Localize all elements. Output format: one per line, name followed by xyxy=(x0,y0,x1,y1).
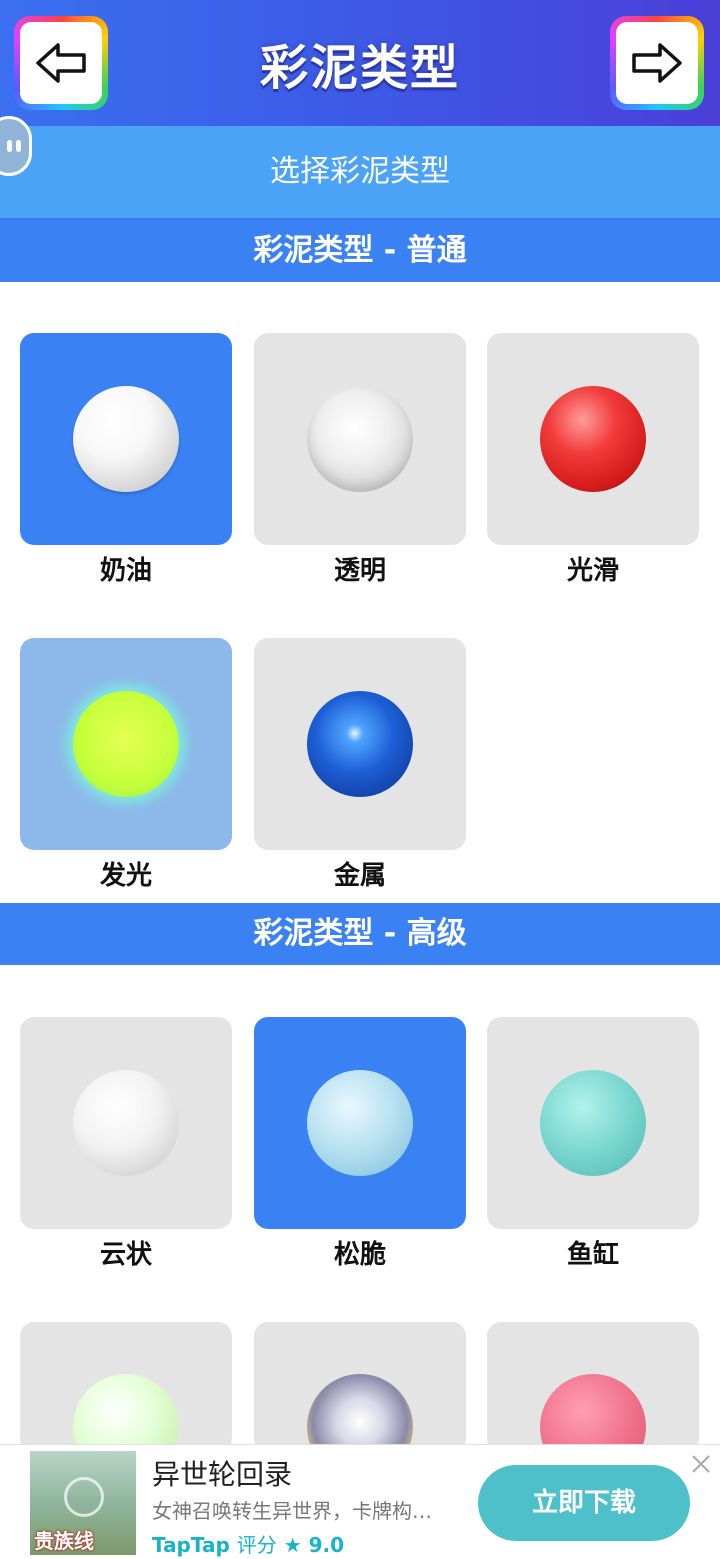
clay-type-smooth[interactable] xyxy=(487,333,699,545)
metal-ball-icon xyxy=(307,691,413,797)
ad-thumbnail: 贵族线 xyxy=(30,1451,136,1555)
floating-assistant-handle[interactable] xyxy=(0,116,32,176)
download-button[interactable]: 立即下载 xyxy=(478,1465,690,1541)
clay-type-label: 透明 xyxy=(333,556,386,586)
clay-type-tile-partial[interactable] xyxy=(254,1322,466,1452)
clay-type-label: 鱼缸 xyxy=(566,1240,619,1270)
bubble-ball-icon xyxy=(307,1374,413,1452)
ad-rating: TapTap 评分 ★ 9.0 xyxy=(152,1529,344,1558)
ad-description: 女神召唤转生异世界，卡牌构… xyxy=(152,1499,432,1523)
fishbowl-ball-icon xyxy=(540,1070,646,1176)
clay-type-metal[interactable] xyxy=(254,638,466,850)
clay-type-tile-partial[interactable] xyxy=(487,1322,699,1452)
pause-icon xyxy=(7,140,21,152)
clay-type-cream[interactable] xyxy=(20,333,232,545)
close-icon[interactable] xyxy=(690,1453,712,1475)
ad-rating-value: 9.0 xyxy=(308,1533,345,1557)
top-header: 彩泥类型 xyxy=(0,0,720,126)
clay-type-fishbowl[interactable] xyxy=(487,1017,699,1229)
clay-type-label: 松脆 xyxy=(333,1240,386,1270)
clay-type-clear[interactable] xyxy=(254,333,466,545)
glow-ball-icon xyxy=(73,691,179,797)
clay-ball-icon xyxy=(73,1374,179,1452)
clay-type-tile-partial[interactable] xyxy=(20,1322,232,1452)
cloud-ball-icon xyxy=(73,1070,179,1176)
cream-ball-icon xyxy=(73,386,179,492)
next-button[interactable] xyxy=(610,16,704,110)
clay-type-glow[interactable] xyxy=(20,638,232,850)
ad-banner[interactable]: 贵族线 异世轮回录 女神召唤转生异世界，卡牌构… TapTap 评分 ★ 9.0… xyxy=(0,1444,720,1559)
star-icon: ★ xyxy=(283,1533,302,1557)
clay-type-label: 奶油 xyxy=(99,556,152,586)
clay-type-cloud[interactable] xyxy=(20,1017,232,1229)
section-header-advanced: 彩泥类型 - 高级 xyxy=(0,903,720,965)
crunchy-ball-icon xyxy=(307,1070,413,1176)
clear-ball-icon xyxy=(307,386,413,492)
smooth-ball-icon xyxy=(540,386,646,492)
clay-type-label: 光滑 xyxy=(566,556,619,586)
ad-thumbnail-text: 贵族线 xyxy=(34,1529,94,1553)
moon-icon xyxy=(64,1477,104,1517)
clay-type-label: 发光 xyxy=(99,861,152,891)
clay-type-label: 金属 xyxy=(333,861,386,891)
back-button[interactable] xyxy=(14,16,108,110)
clay-ball-icon xyxy=(540,1374,646,1452)
ad-rating-label: 评分 xyxy=(236,1533,277,1557)
page-title: 彩泥类型 xyxy=(259,40,460,96)
section-header-basic: 彩泥类型 - 普通 xyxy=(0,220,720,282)
arrow-right-icon xyxy=(632,43,682,83)
subtitle-bar: 选择彩泥类型 xyxy=(0,126,720,218)
ad-platform: TapTap xyxy=(152,1533,230,1557)
ad-title: 异世轮回录 xyxy=(152,1458,293,1491)
arrow-left-icon xyxy=(36,43,86,83)
clay-type-crunchy[interactable] xyxy=(254,1017,466,1229)
clay-type-label: 云状 xyxy=(99,1240,152,1270)
